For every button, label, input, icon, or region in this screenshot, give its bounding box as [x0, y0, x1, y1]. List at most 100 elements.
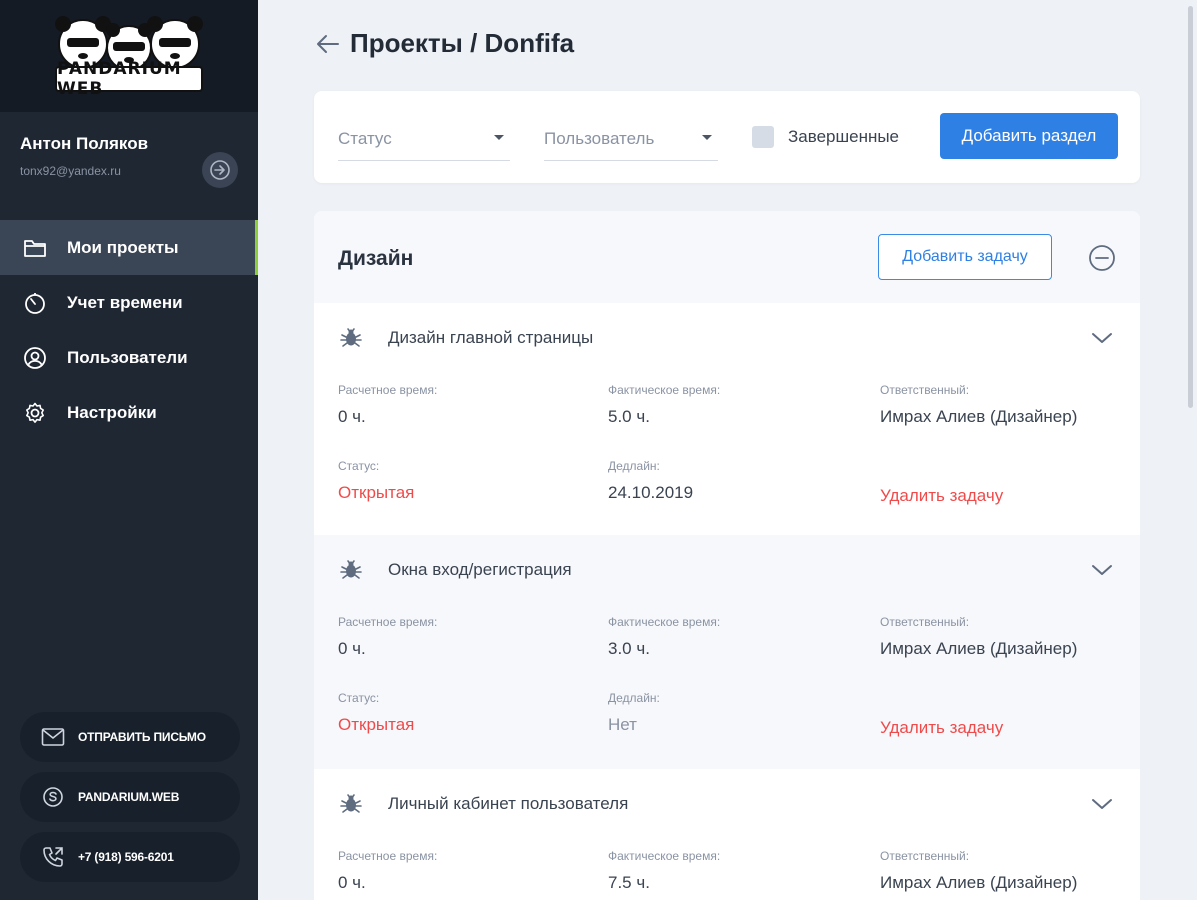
chevron-down-icon[interactable] [1090, 329, 1114, 347]
estimated-time-value: 0 ч. [338, 407, 366, 426]
task-title: Личный кабинет пользователя [388, 794, 629, 813]
page-header: Проекты / Donfifa [316, 28, 574, 59]
completed-checkbox-wrap[interactable]: Завершенные [752, 126, 899, 148]
sidebar-item-time-tracking[interactable]: Учет времени [0, 275, 258, 330]
field-label: Ответственный: [880, 615, 970, 629]
completed-checkbox-label: Завершенные [788, 127, 900, 146]
status-value: Открытая [338, 715, 415, 734]
actual-time-value: 7.5 ч. [608, 873, 650, 892]
section-title: Дизайн [338, 247, 414, 270]
section-design: Дизайн Добавить задачу Дизайн главной ст… [314, 211, 1140, 900]
task-title: Дизайн главной страницы [388, 328, 594, 347]
logo-area: PANDARIUM WEB [0, 0, 258, 112]
back-arrow-icon[interactable] [316, 31, 342, 57]
logo-text: PANDARIUM WEB [55, 59, 203, 99]
mail-icon [40, 724, 66, 750]
skype-label: PANDARIUM.WEB [78, 790, 180, 804]
folder-icon [22, 235, 48, 261]
task-card: Окна вход/регистрация Расчетное время: 0… [314, 535, 1140, 769]
user-select-placeholder: Пользователь [544, 129, 655, 148]
responsible-field: Ответственный: Имрах Алиев (Дизайнер) [880, 849, 1077, 893]
deadline-value: Нет [608, 715, 637, 734]
bug-icon [338, 557, 364, 583]
field-label: Фактическое время: [608, 849, 721, 863]
status-field: Статус: Открытая [338, 459, 414, 503]
responsible-field: Ответственный: Имрах Алиев (Дизайнер) [880, 615, 1077, 659]
arrow-right-circle-icon [210, 160, 230, 180]
actual-time-field: Фактическое время: 3.0 ч. [608, 615, 720, 659]
sidebar-item-settings[interactable]: Настройки [0, 385, 258, 440]
actual-time-value: 3.0 ч. [608, 639, 650, 658]
task-card: Дизайн главной страницы Расчетное время:… [314, 303, 1140, 535]
user-block: Антон Поляков tonx92@yandex.ru [0, 112, 258, 220]
main-content: Проекты / Donfifa Статус Пользователь За… [258, 0, 1197, 900]
bug-icon [338, 325, 364, 351]
send-email-button[interactable]: ОТПРАВИТЬ ПИСЬМО [20, 712, 240, 762]
section-header: Дизайн Добавить задачу [314, 211, 1140, 303]
estimated-time-value: 0 ч. [338, 873, 366, 892]
responsible-value: Имрах Алиев (Дизайнер) [880, 639, 1078, 658]
sidebar-item-label: Учет времени [67, 292, 183, 312]
page-title: Проекты / Donfifa [350, 28, 575, 58]
add-task-button[interactable]: Добавить задачу [878, 234, 1052, 280]
gear-icon [22, 400, 48, 426]
contacts: ОТПРАВИТЬ ПИСЬМО PANDARIUM.WEB +7 (918) … [20, 712, 240, 892]
user-name: Антон Поляков [20, 134, 149, 153]
skype-button[interactable]: PANDARIUM.WEB [20, 772, 240, 822]
phone-button[interactable]: +7 (918) 596-6201 [20, 832, 240, 882]
task-card: Личный кабинет пользователя Расчетное вр… [314, 769, 1140, 900]
field-label: Расчетное время: [338, 615, 438, 629]
logo[interactable]: PANDARIUM WEB [49, 10, 209, 102]
status-field: Статус: Открытая [338, 691, 414, 735]
deadline-value: 24.10.2019 [608, 483, 694, 502]
sidebar: PANDARIUM WEB Антон Поляков tonx92@yande… [0, 0, 258, 900]
minus-circle-icon[interactable] [1088, 244, 1116, 272]
field-label: Ответственный: [880, 849, 970, 863]
delete-task-link[interactable]: Удалить задачу [880, 718, 1003, 738]
send-email-label: ОТПРАВИТЬ ПИСЬМО [78, 730, 206, 744]
user-icon [22, 345, 48, 371]
estimated-time-field: Расчетное время: 0 ч. [338, 383, 437, 427]
field-label: Фактическое время: [608, 615, 721, 629]
field-label: Дедлайн: [608, 459, 660, 473]
sidebar-item-users[interactable]: Пользователи [0, 330, 258, 385]
deadline-field: Дедлайн: Нет [608, 691, 660, 735]
task-title: Окна вход/регистрация [388, 560, 572, 579]
sidebar-item-my-projects[interactable]: Мои проекты [0, 220, 258, 275]
phone-label: +7 (918) 596-6201 [78, 850, 174, 864]
completed-checkbox[interactable] [752, 126, 774, 148]
status-value: Открытая [338, 483, 415, 502]
field-label: Расчетное время: [338, 849, 438, 863]
task-title-row[interactable]: Дизайн главной страницы [338, 325, 593, 351]
actual-time-field: Фактическое время: 5.0 ч. [608, 383, 720, 427]
field-label: Статус: [338, 459, 380, 473]
estimated-time-field: Расчетное время: 0 ч. [338, 849, 437, 893]
task-title-row[interactable]: Окна вход/регистрация [338, 557, 572, 583]
actual-time-field: Фактическое время: 7.5 ч. [608, 849, 720, 893]
delete-task-link[interactable]: Удалить задачу [880, 486, 1003, 506]
status-select-placeholder: Статус [338, 129, 392, 148]
responsible-field: Ответственный: Имрах Алиев (Дизайнер) [880, 383, 1077, 427]
chevron-down-icon[interactable] [1090, 795, 1114, 813]
scrollbar[interactable] [1188, 6, 1193, 408]
sidebar-item-label: Мои проекты [67, 237, 179, 257]
responsible-value: Имрах Алиев (Дизайнер) [880, 873, 1078, 892]
sidebar-item-label: Пользователи [67, 347, 188, 367]
field-label: Расчетное время: [338, 383, 438, 397]
sidebar-item-label: Настройки [67, 402, 157, 422]
phone-icon [40, 844, 66, 870]
estimated-time-value: 0 ч. [338, 639, 366, 658]
add-section-button[interactable]: Добавить раздел [940, 113, 1118, 159]
field-label: Фактическое время: [608, 383, 721, 397]
responsible-value: Имрах Алиев (Дизайнер) [880, 407, 1078, 426]
status-select[interactable]: Статус [338, 127, 510, 161]
task-title-row[interactable]: Личный кабинет пользователя [338, 791, 628, 817]
field-label: Дедлайн: [608, 691, 660, 705]
bug-icon [338, 791, 364, 817]
user-select[interactable]: Пользователь [544, 127, 718, 161]
deadline-field: Дедлайн: 24.10.2019 [608, 459, 693, 503]
sidebar-nav: Мои проекты Учет времени Пользователи На… [0, 220, 258, 440]
field-label: Ответственный: [880, 383, 970, 397]
logout-button[interactable] [202, 152, 238, 188]
chevron-down-icon[interactable] [1090, 561, 1114, 579]
